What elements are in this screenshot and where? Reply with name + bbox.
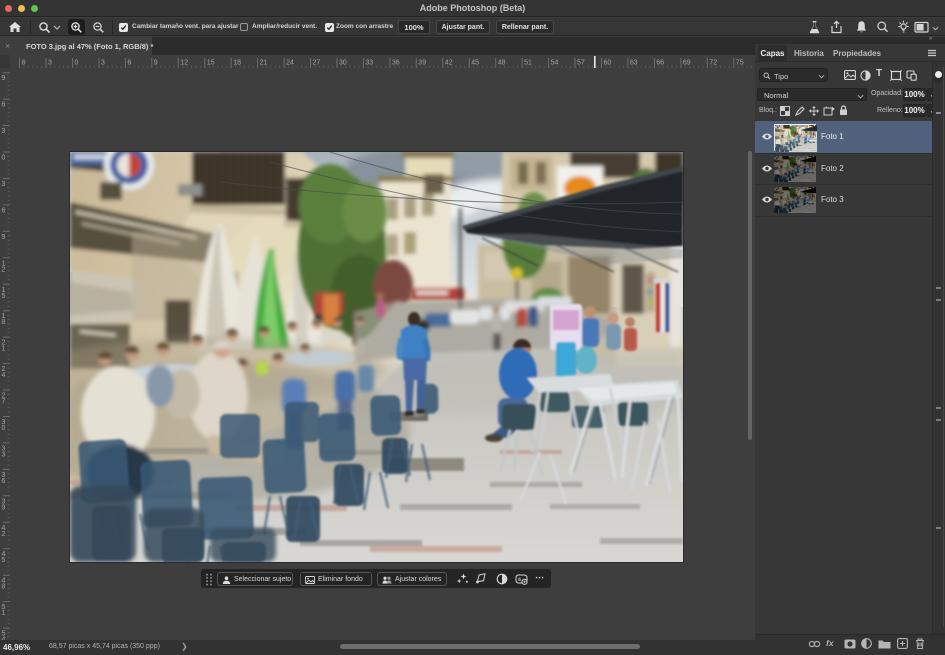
- svg-text:1: 1: [2, 610, 6, 617]
- svg-text:9: 9: [2, 234, 6, 241]
- svg-text:30: 30: [339, 60, 347, 67]
- svg-text:15: 15: [207, 60, 215, 67]
- svg-text:8: 8: [2, 584, 6, 591]
- svg-text:36: 36: [392, 60, 400, 67]
- svg-text:8: 8: [2, 319, 6, 326]
- svg-text:7: 7: [2, 399, 6, 406]
- svg-text:45: 45: [471, 60, 479, 67]
- svg-text:39: 39: [418, 60, 426, 67]
- svg-text:12: 12: [180, 60, 188, 67]
- svg-text:1: 1: [2, 346, 6, 353]
- svg-text:66: 66: [656, 60, 664, 67]
- svg-text:6: 6: [2, 207, 6, 214]
- svg-text:57: 57: [577, 60, 585, 67]
- svg-text:72: 72: [709, 60, 717, 67]
- svg-text:3: 3: [2, 128, 6, 135]
- svg-text:48: 48: [498, 60, 506, 67]
- svg-text:54: 54: [551, 60, 559, 67]
- svg-text:3: 3: [2, 181, 6, 188]
- svg-text:0: 0: [2, 155, 6, 162]
- svg-text:51: 51: [524, 60, 532, 67]
- svg-text:5: 5: [2, 557, 6, 564]
- svg-text:6: 6: [127, 60, 131, 67]
- svg-text:5: 5: [2, 293, 6, 300]
- svg-text:63: 63: [630, 60, 638, 67]
- svg-text:21: 21: [260, 60, 268, 67]
- svg-text:0: 0: [2, 425, 6, 432]
- svg-text:33: 33: [365, 60, 373, 67]
- svg-text:4: 4: [2, 372, 6, 379]
- svg-text:42: 42: [445, 60, 453, 67]
- svg-text:27: 27: [313, 60, 321, 67]
- svg-text:18: 18: [233, 60, 241, 67]
- svg-text:60: 60: [604, 60, 612, 67]
- svg-text:6: 6: [22, 60, 26, 67]
- svg-text:2: 2: [2, 266, 6, 273]
- svg-text:9: 9: [154, 60, 158, 67]
- svg-text:69: 69: [683, 60, 691, 67]
- svg-text:24: 24: [286, 60, 294, 67]
- svg-text:9: 9: [2, 504, 6, 511]
- svg-text:3: 3: [101, 60, 105, 67]
- svg-text:3: 3: [48, 60, 52, 67]
- svg-text:0: 0: [75, 60, 79, 67]
- svg-text:6: 6: [2, 102, 6, 109]
- svg-text:6: 6: [2, 478, 6, 485]
- svg-text:75: 75: [736, 60, 744, 67]
- svg-text:2: 2: [2, 531, 6, 538]
- svg-text:9: 9: [2, 75, 6, 82]
- svg-text:3: 3: [2, 451, 6, 458]
